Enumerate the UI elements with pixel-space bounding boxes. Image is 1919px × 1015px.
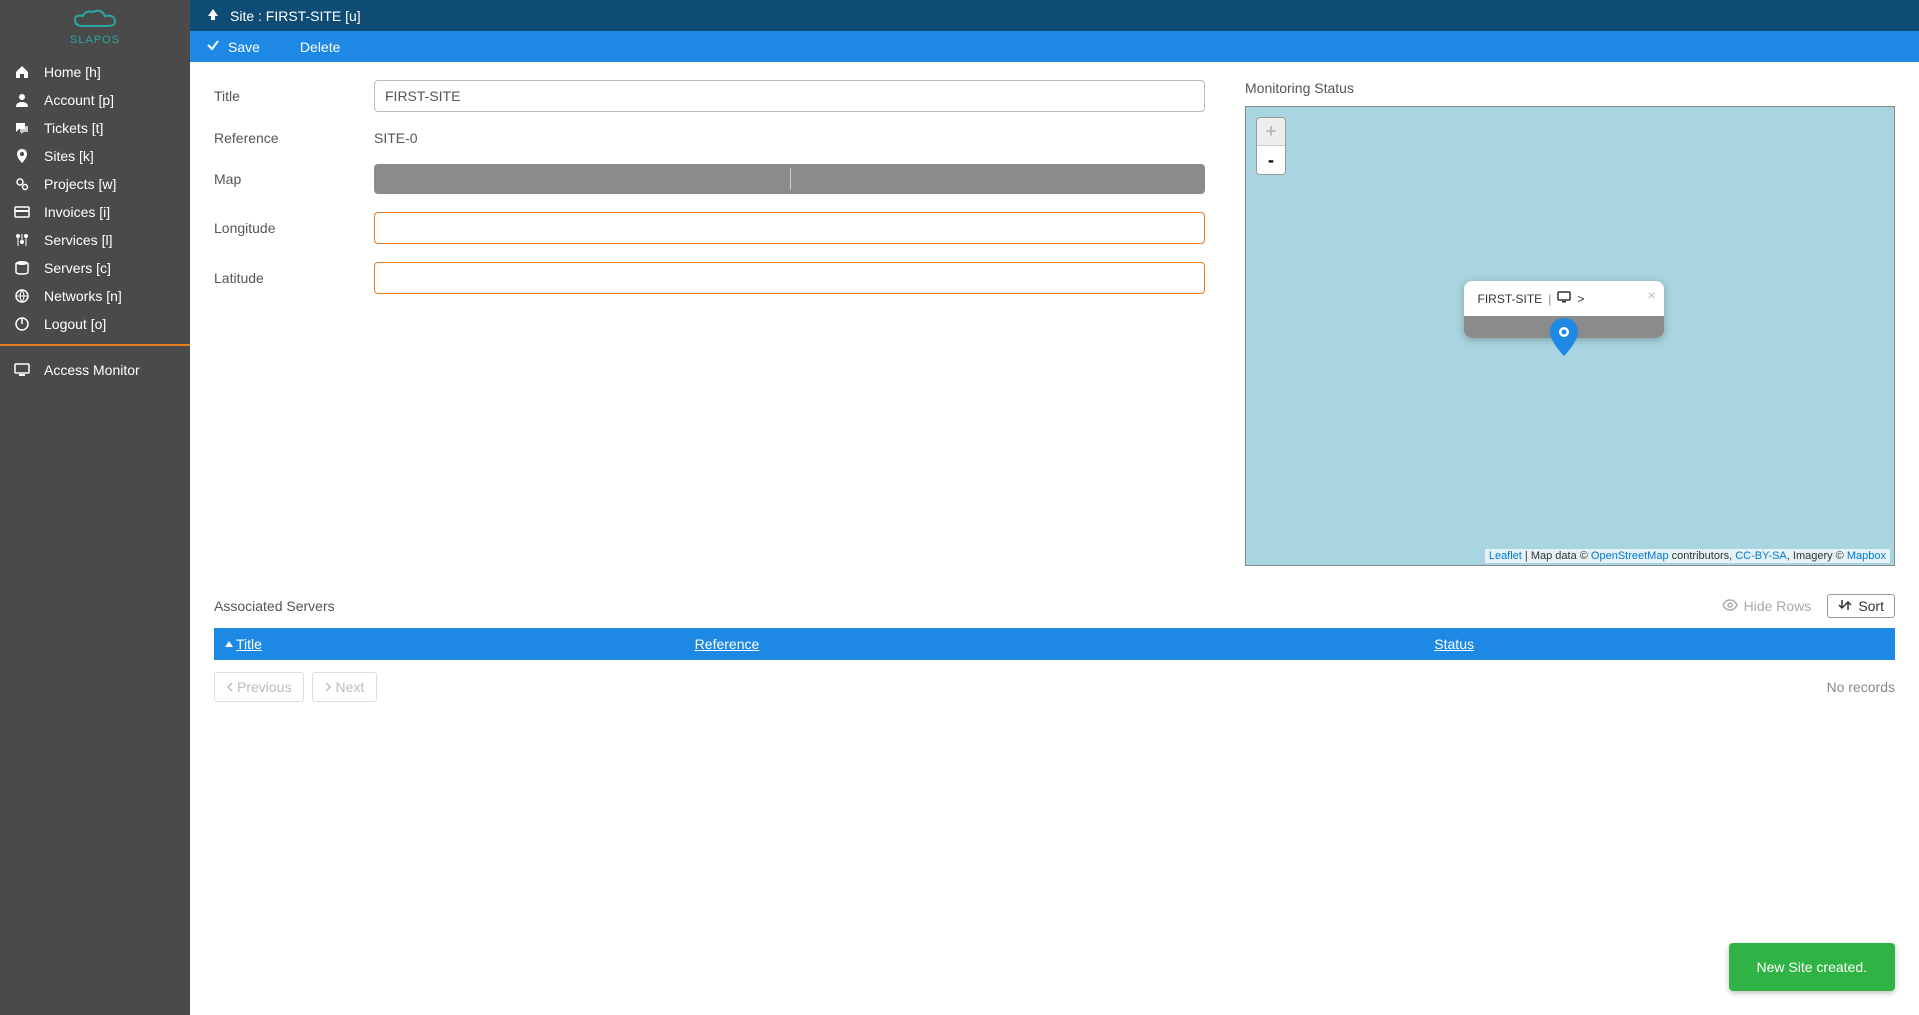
mapbox-link[interactable]: Mapbox (1847, 550, 1886, 562)
reference-value: SITE-0 (374, 130, 418, 146)
col-status[interactable]: Status (1424, 628, 1895, 660)
col-reference[interactable]: Reference (685, 628, 1425, 660)
close-icon[interactable]: × (1647, 287, 1655, 303)
comments-icon (14, 120, 30, 136)
monitoring-column: Monitoring Status + - FIRST-SITE | (1245, 80, 1895, 566)
sidebar-item-card[interactable]: Invoices [i] (0, 198, 190, 226)
sidebar-item-user[interactable]: Account [p] (0, 86, 190, 114)
user-icon (14, 92, 30, 108)
popup-arrow: > (1577, 292, 1584, 306)
page-title: Site : FIRST-SITE [u] (230, 8, 361, 24)
sidebar-item-comments[interactable]: Tickets [t] (0, 114, 190, 142)
latitude-input[interactable] (374, 262, 1205, 294)
sidebar-item-label: Networks [n] (44, 288, 122, 304)
home-icon (14, 64, 30, 80)
cloud-icon (71, 8, 119, 32)
sidebar-item-access-monitor[interactable]: Access Monitor (0, 356, 190, 384)
associated-servers-header: Associated Servers Hide Rows Sort (214, 594, 1895, 618)
titlebar: Site : FIRST-SITE [u] (190, 0, 1919, 31)
sidebar-item-sliders[interactable]: Services [l] (0, 226, 190, 254)
toast: New Site created. (1729, 943, 1896, 991)
col-title[interactable]: Title (214, 628, 685, 660)
save-label: Save (228, 39, 260, 55)
cogs-icon (14, 176, 30, 192)
sidebar-item-globe[interactable]: Networks [n] (0, 282, 190, 310)
servers-table: Title Reference Status (214, 628, 1895, 660)
form: Title Reference SITE-0 Map (214, 80, 1205, 566)
map-marker[interactable] (1550, 318, 1578, 359)
title-label: Title (214, 88, 374, 104)
sidebar-item-label: Servers [c] (44, 260, 111, 276)
cc-link[interactable]: CC-BY-SA (1735, 550, 1787, 562)
content: Title Reference SITE-0 Map (190, 62, 1919, 1015)
sliders-icon (14, 232, 30, 248)
pin-icon (14, 148, 30, 164)
globe-icon (14, 288, 30, 304)
monitoring-label: Monitoring Status (1245, 80, 1895, 96)
pager: Previous Next No records (214, 672, 1895, 702)
hide-rows-button[interactable]: Hide Rows (1722, 598, 1812, 614)
chevron-left-icon (227, 682, 233, 692)
nav: Home [h] Account [p] Tickets [t] Sites [k] P… (0, 58, 190, 338)
sidebar: SLAPOS Home [h] Account [p] Tickets [t] Sit… (0, 0, 190, 1015)
sort-asc-icon (224, 640, 234, 650)
zoom-in-button[interactable]: + (1257, 118, 1285, 146)
card-icon (14, 204, 30, 220)
sidebar-item-power[interactable]: Logout [o] (0, 310, 190, 338)
no-records: No records (1827, 679, 1895, 695)
sidebar-item-label: Home [h] (44, 64, 101, 80)
popup-title: FIRST-SITE (1478, 292, 1543, 306)
zoom-out-button[interactable]: - (1257, 146, 1285, 174)
sidebar-item-db[interactable]: Servers [c] (0, 254, 190, 282)
sidebar-item-label: Services [l] (44, 232, 112, 248)
nav-separator (0, 344, 190, 346)
reference-label: Reference (214, 130, 374, 146)
actionbar: Save Delete (190, 31, 1919, 62)
sidebar-item-label: Sites [k] (44, 148, 94, 164)
sidebar-item-pin[interactable]: Sites [k] (0, 142, 190, 170)
leaflet-link[interactable]: Leaflet (1489, 550, 1522, 562)
toast-message: New Site created. (1757, 959, 1868, 975)
sidebar-item-label: Logout [o] (44, 316, 106, 332)
sidebar-item-home[interactable]: Home [h] (0, 58, 190, 86)
title-input[interactable] (374, 80, 1205, 112)
longitude-input[interactable] (374, 212, 1205, 244)
main: Site : FIRST-SITE [u] Save Delete Title (190, 0, 1919, 1015)
eye-icon (1722, 598, 1738, 614)
screen-icon (1557, 291, 1571, 306)
delete-label: Delete (300, 39, 340, 55)
associated-servers-title: Associated Servers (214, 598, 335, 614)
brand-logo: SLAPOS (0, 0, 190, 58)
latitude-label: Latitude (214, 270, 374, 286)
sidebar-item-cogs[interactable]: Projects [w] (0, 170, 190, 198)
zoom-control: + - (1256, 117, 1286, 175)
sort-button[interactable]: Sort (1827, 594, 1895, 618)
up-arrow-icon[interactable] (206, 7, 220, 24)
popup-sep: | (1548, 292, 1551, 306)
monitor-icon (14, 363, 30, 377)
longitude-label: Longitude (214, 220, 374, 236)
sidebar-item-label: Projects [w] (44, 176, 116, 192)
map-progress (374, 164, 1205, 194)
map-attribution: Leaflet | Map data © OpenStreetMap contr… (1485, 549, 1890, 563)
osm-link[interactable]: OpenStreetMap (1591, 550, 1669, 562)
next-button[interactable]: Next (312, 672, 377, 702)
sidebar-item-label: Tickets [t] (44, 120, 103, 136)
save-button[interactable]: Save (206, 38, 260, 55)
check-icon (206, 38, 220, 55)
power-icon (14, 316, 30, 332)
map-label: Map (214, 171, 374, 187)
sidebar-item-label: Account [p] (44, 92, 114, 108)
sidebar-item-label: Access Monitor (44, 362, 140, 378)
sidebar-item-label: Invoices [i] (44, 204, 110, 220)
chevron-right-icon (325, 682, 331, 692)
brand-text: SLAPOS (70, 34, 120, 46)
sort-icon (1838, 598, 1852, 614)
db-icon (14, 260, 30, 276)
previous-button[interactable]: Previous (214, 672, 304, 702)
map[interactable]: + - FIRST-SITE | > (1245, 106, 1895, 566)
delete-button[interactable]: Delete (300, 39, 340, 55)
